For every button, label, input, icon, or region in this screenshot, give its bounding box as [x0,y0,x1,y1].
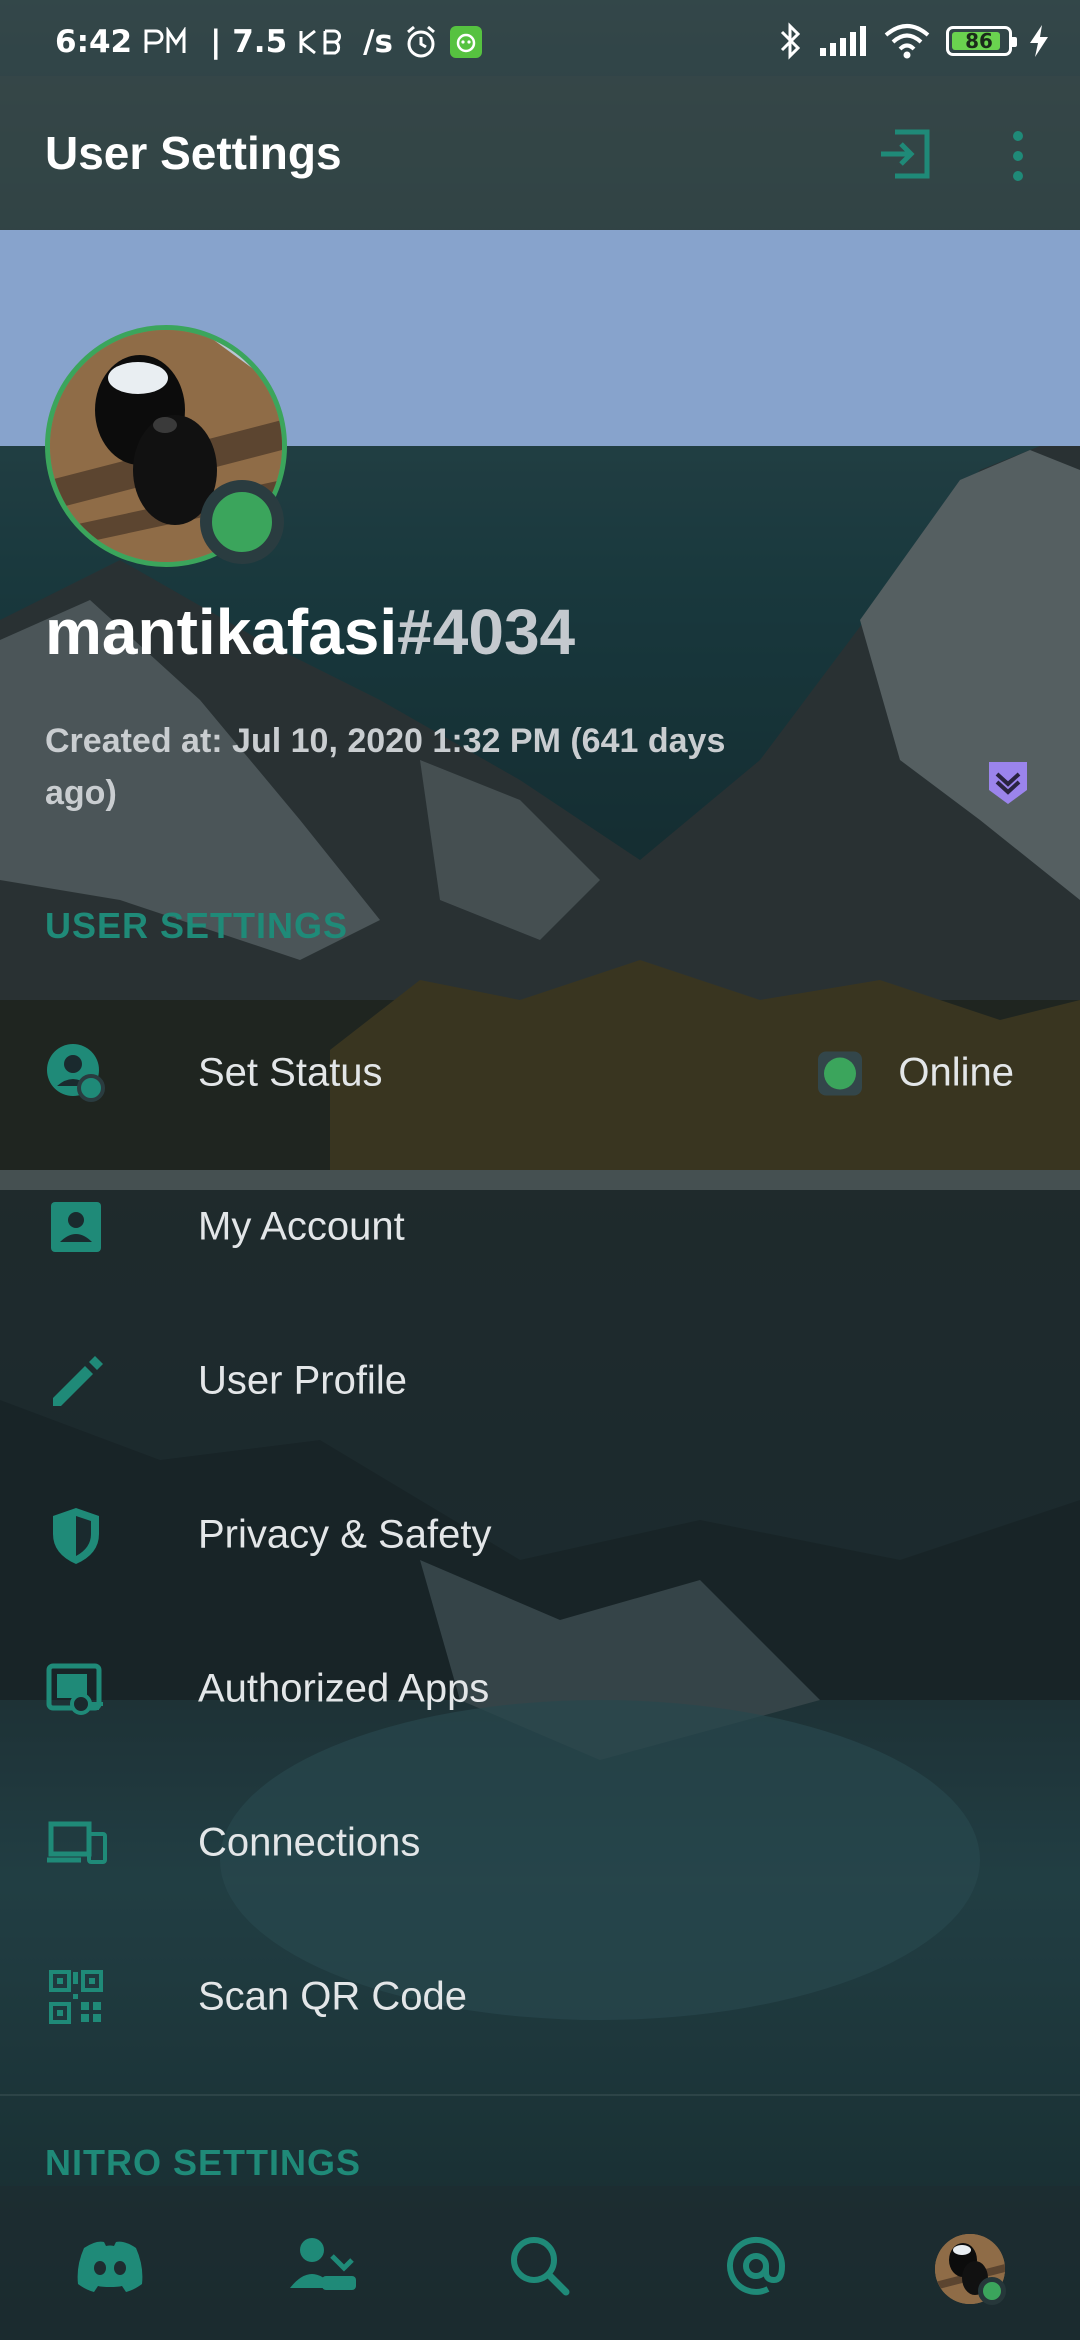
logout-icon[interactable] [875,124,935,184]
username-discriminator: #4034 [397,596,576,668]
menu-item-set-status[interactable]: Set Status Online [0,996,1080,1150]
menu-item-connections[interactable]: Connections [0,1766,1080,1920]
devices-icon [47,1821,107,1864]
menu-item-my-account[interactable]: My Account [0,1150,1080,1304]
search-icon[interactable] [500,2226,580,2306]
app-bar: User Settings [0,76,1080,230]
menu-item-label: User Profile [198,1358,407,1403]
network-speed-suffix: /s [363,24,393,60]
online-indicator-box [818,1051,863,1095]
status-value-text: Online [898,1050,1014,1095]
qr-code-icon [49,1970,103,2024]
more-options-icon[interactable] [1002,126,1034,186]
menu-item-label: Authorized Apps [198,1666,490,1711]
status-time: 6:42 [55,24,133,60]
menu-item-label: Privacy & Safety [198,1512,492,1557]
menu-item-label: My Account [198,1204,405,1249]
mentions-icon[interactable] [716,2226,796,2306]
set-status-icon [47,1044,105,1102]
battery-level: 86 [965,29,993,53]
status-bar: 6:42 | 7.5 /s 86 [0,0,1080,76]
hypesquad-badge-icon[interactable] [985,760,1031,806]
status-bar-right: 86 [778,22,1050,60]
alarm-icon [406,25,435,58]
nav-online-status-dot [978,2277,1006,2305]
app-notification-icon [449,26,482,58]
shield-icon [53,1508,99,1564]
username-name: mantikafasi [45,596,398,668]
page-title: User Settings [45,127,342,179]
bluetooth-icon [780,22,801,60]
wifi-icon [884,24,930,59]
pm-glyph-icon [144,27,186,53]
charging-icon [1030,25,1048,57]
status-bar-left: 6:42 | 7.5 /s [55,24,483,60]
bottom-navigation [0,2186,1080,2340]
menu-item-label: Set Status [198,1050,383,1095]
account-icon [51,1202,101,1252]
discord-home-icon[interactable] [70,2226,150,2306]
network-speed: | 7.5 [210,24,288,60]
menu-item-scan-qr-code[interactable]: Scan QR Code [0,1920,1080,2074]
menu-item-privacy-safety[interactable]: Privacy & Safety [0,1458,1080,1612]
profile-avatar[interactable] [45,325,287,567]
menu-item-authorized-apps[interactable]: Authorized Apps [0,1612,1080,1766]
authorized-apps-icon [46,1663,103,1715]
section-divider [0,2094,1080,2096]
screen: 6:42 | 7.5 /s 86 User Settings mantikafa… [0,0,1080,2340]
online-status-dot [824,1057,857,1089]
menu-item-user-profile[interactable]: User Profile [0,1304,1080,1458]
online-status-indicator [200,480,284,564]
friends-icon[interactable] [282,2226,362,2306]
section-header-nitro-settings: NITRO SETTINGS [45,2142,362,2183]
signal-icon [820,26,866,56]
section-header-user-settings: USER SETTINGS [45,905,349,946]
kb-glyph-icon [299,29,342,55]
menu-item-label: Connections [198,1820,421,1865]
account-created-date: Created at: Jul 10, 2020 1:32 PM (641 da… [45,722,726,812]
battery-icon: 86 [946,26,1017,56]
menu-item-label: Scan QR Code [198,1974,468,2019]
status-value: Online [818,1051,1014,1096]
username: mantikafasi#4034 [45,595,575,669]
pencil-icon [53,1356,103,1406]
